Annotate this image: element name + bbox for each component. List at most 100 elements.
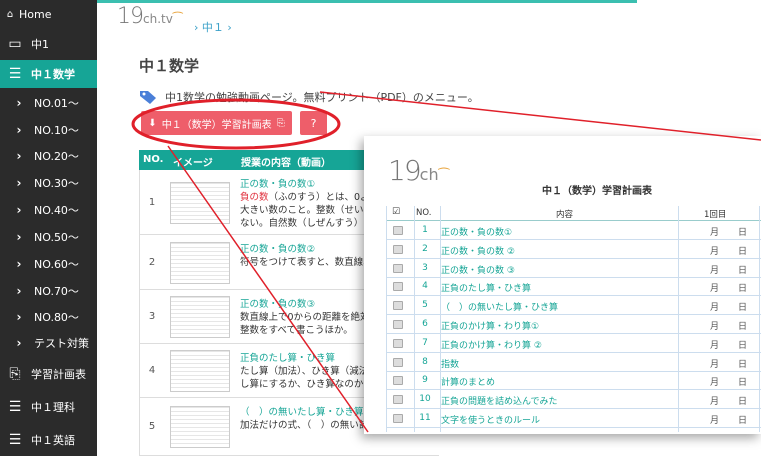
preview-column-divider	[386, 206, 387, 432]
sidebar-item-label: NO.01〜	[34, 97, 79, 110]
lesson-thumbnail[interactable]	[170, 406, 230, 448]
sidebar-item-4[interactable]: › NO.10〜	[0, 118, 97, 142]
preview-row-content: 正負のかけ算・わり算 ②	[441, 340, 542, 351]
header-checkbox-icon[interactable]: ☑	[392, 207, 400, 217]
sidebar-item-2[interactable]: ☰ 中１数学	[0, 60, 97, 88]
sidebar-item-0[interactable]: ⌂ Home	[0, 4, 97, 24]
row-checkbox[interactable]	[393, 414, 403, 423]
sidebar-item-8[interactable]: › NO.50〜	[0, 225, 97, 249]
preview-row-number: 2	[422, 243, 428, 254]
chevron-right-icon: ›	[16, 203, 22, 217]
sidebar-item-label: 学習計画表	[31, 368, 86, 381]
sidebar-item-1[interactable]: ▭ 中1	[0, 31, 97, 57]
row-checkbox[interactable]	[393, 376, 403, 386]
sidebar-item-11[interactable]: › NO.80〜	[0, 305, 97, 329]
description-text: 中1数学の勉強動画ページ。無料プリント（PDF）のメニュー。	[165, 91, 479, 104]
day-label: 日	[738, 284, 748, 295]
row-number: 4	[148, 365, 156, 376]
preview-row: 11 文字を使うときのルール 月 日	[386, 410, 761, 428]
folder-open-icon: ▭	[8, 36, 22, 52]
preview-row: 3 正の数・負の数 ③ 月 日	[386, 260, 761, 278]
preview-row: 4 正負のたし算・ひき算 月 日	[386, 278, 761, 297]
preview-row-number: 3	[422, 262, 428, 273]
row-checkbox[interactable]	[393, 338, 403, 348]
row-checkbox[interactable]	[393, 282, 403, 292]
preview-row-number: 7	[422, 337, 428, 348]
day-label: 日	[738, 340, 748, 351]
study-plan-button[interactable]: ⬇ 中１（数学）学習計画表 ⎘	[141, 111, 292, 135]
preview-row-content: 正負のたし算・ひき算	[441, 284, 532, 295]
sidebar: ⌂ Home ▭ 中1 ☰ 中１数学 › NO.01〜 › NO.10〜 › NO.20〜 › NO.30…	[0, 0, 97, 456]
row-checkbox[interactable]	[393, 357, 403, 367]
preview-row-number: 8	[422, 356, 428, 367]
sidebar-item-10[interactable]: › NO.70〜	[0, 279, 97, 303]
preview-row-number: 5	[422, 300, 428, 311]
download-icon: ⬇	[148, 117, 157, 129]
header-image: イメージ	[173, 158, 213, 169]
month-label: 月	[710, 359, 720, 370]
preview-row-content: 正の数・負の数①	[441, 228, 513, 238]
preview-logo-swoosh-icon: ⁀	[438, 169, 450, 184]
sidebar-item-label: NO.60〜	[34, 258, 79, 271]
preview-row-content: 正負の問題を詰め込んでみた	[441, 397, 558, 408]
row-checkbox[interactable]	[393, 263, 403, 273]
tag-icon	[140, 91, 156, 104]
row-checkbox[interactable]	[393, 301, 403, 311]
preview-row-number: 10	[419, 394, 431, 405]
sidebar-item-7[interactable]: › NO.40〜	[0, 198, 97, 222]
highlight-term: 負の数	[240, 192, 269, 203]
sidebar-item-6[interactable]: › NO.30〜	[0, 171, 97, 195]
sidebar-item-9[interactable]: › NO.60〜	[0, 252, 97, 276]
row-checkbox[interactable]	[393, 395, 403, 405]
month-label: 月	[710, 228, 720, 238]
preview-column-divider	[759, 206, 760, 432]
preview-row-number: 6	[422, 319, 428, 329]
preview-header-round1: 1回目	[704, 210, 727, 220]
header-content: 授業の内容（動画）	[241, 158, 331, 169]
breadcrumb[interactable]: › 中１ ›	[194, 19, 232, 35]
sidebar-item-label: 中１英語	[31, 434, 75, 447]
list-icon: ☰	[8, 66, 22, 82]
lesson-thumbnail[interactable]	[170, 241, 230, 284]
sidebar-item-14[interactable]: ☰ 中１理科	[0, 394, 97, 420]
row-checkbox[interactable]	[393, 244, 403, 254]
sidebar-item-label: NO.20〜	[34, 150, 79, 163]
home-icon: ⌂	[6, 8, 14, 20]
lesson-thumbnail[interactable]	[170, 296, 230, 338]
study-plan-preview: 19ch⁀ 中１（数学）学習計画表 ☑ NO. 内容 1回目 1 正の数・負の数①…	[364, 136, 761, 434]
sidebar-item-label: 中１理科	[31, 401, 75, 414]
header-no: NO.	[143, 154, 164, 165]
preview-logo-main: 19	[388, 154, 422, 187]
row-checkbox[interactable]	[393, 320, 403, 329]
chevron-right-icon: ›	[16, 96, 22, 110]
lesson-thumbnail[interactable]	[170, 350, 230, 392]
row-checkbox[interactable]	[393, 226, 403, 235]
sidebar-item-12[interactable]: › テスト対策	[0, 331, 97, 355]
sidebar-item-label: テスト対策	[34, 337, 89, 350]
preview-row: 9 計算のまとめ 月 日	[386, 372, 761, 391]
preview-row: 2 正の数・負の数 ② 月 日	[386, 241, 761, 259]
lesson-thumbnail[interactable]	[170, 181, 230, 224]
preview-title: 中１（数学）学習計画表	[542, 186, 652, 197]
day-label: 日	[738, 397, 748, 408]
pdf-icon: ⎘	[276, 117, 285, 129]
sidebar-item-5[interactable]: › NO.20〜	[0, 144, 97, 168]
sidebar-item-3[interactable]: › NO.01〜	[0, 91, 97, 115]
preview-row-content: 文字を使うときのルール	[441, 416, 541, 426]
day-label: 日	[738, 246, 748, 257]
preview-header-content: 内容	[556, 210, 574, 220]
site-logo[interactable]: 19ch.tv⁀	[117, 4, 182, 29]
preview-row-number: 11	[419, 413, 431, 423]
list-icon: ☰	[8, 399, 22, 415]
preview-header-no: NO.	[416, 208, 432, 218]
list-icon: ☰	[8, 432, 22, 448]
row-number: 5	[148, 421, 156, 432]
day-label: 日	[738, 416, 748, 426]
sidebar-item-15[interactable]: ☰ 中１英語	[0, 428, 97, 452]
sidebar-item-13[interactable]: ⎘ 学習計画表	[0, 360, 97, 388]
preview-table-header: ☑ NO. 内容 1回目	[386, 206, 761, 221]
preview-logo: 19ch⁀	[388, 154, 449, 187]
help-button[interactable]: ?	[300, 111, 327, 135]
logo-swoosh-icon: ⁀	[172, 12, 183, 26]
month-label: 月	[710, 303, 720, 314]
